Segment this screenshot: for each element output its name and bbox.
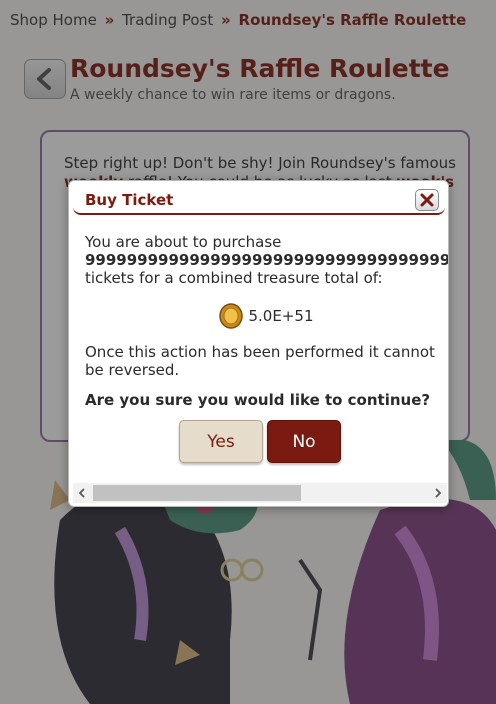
dialog-title: Buy Ticket xyxy=(85,191,174,209)
buy-ticket-dialog: Buy Ticket You are about to purchase 999… xyxy=(68,180,449,507)
scroll-left-button[interactable] xyxy=(73,483,91,503)
yes-button[interactable]: Yes xyxy=(179,420,263,463)
dialog-buttons: Yes No xyxy=(179,420,341,463)
chevron-left-icon xyxy=(78,488,85,498)
no-button[interactable]: No xyxy=(267,420,341,463)
treasure-total-row: 5.0E+51 xyxy=(85,301,447,331)
treasure-total: 5.0E+51 xyxy=(248,307,314,325)
horizontal-scrollbar[interactable] xyxy=(73,483,447,503)
chevron-right-icon xyxy=(435,488,442,498)
dialog-header: Buy Ticket xyxy=(73,185,445,215)
ticket-count: 9999999999999999999999999999999999999999… xyxy=(85,251,449,269)
scroll-right-button[interactable] xyxy=(429,483,447,503)
warning-text: Once this action has been performed it c… xyxy=(85,343,435,379)
close-icon xyxy=(420,193,434,207)
dialog-body: You are about to purchase 99999999999999… xyxy=(85,233,449,409)
scroll-track[interactable] xyxy=(91,483,429,503)
treasure-coin-icon xyxy=(218,303,243,329)
scroll-thumb[interactable] xyxy=(93,485,301,501)
confirm-question: Are you sure you would like to continue? xyxy=(85,391,431,409)
purchase-text: You are about to purchase xyxy=(85,233,282,251)
close-button[interactable] xyxy=(415,189,439,211)
treasure-text: tickets for a combined treasure total of… xyxy=(85,269,383,287)
